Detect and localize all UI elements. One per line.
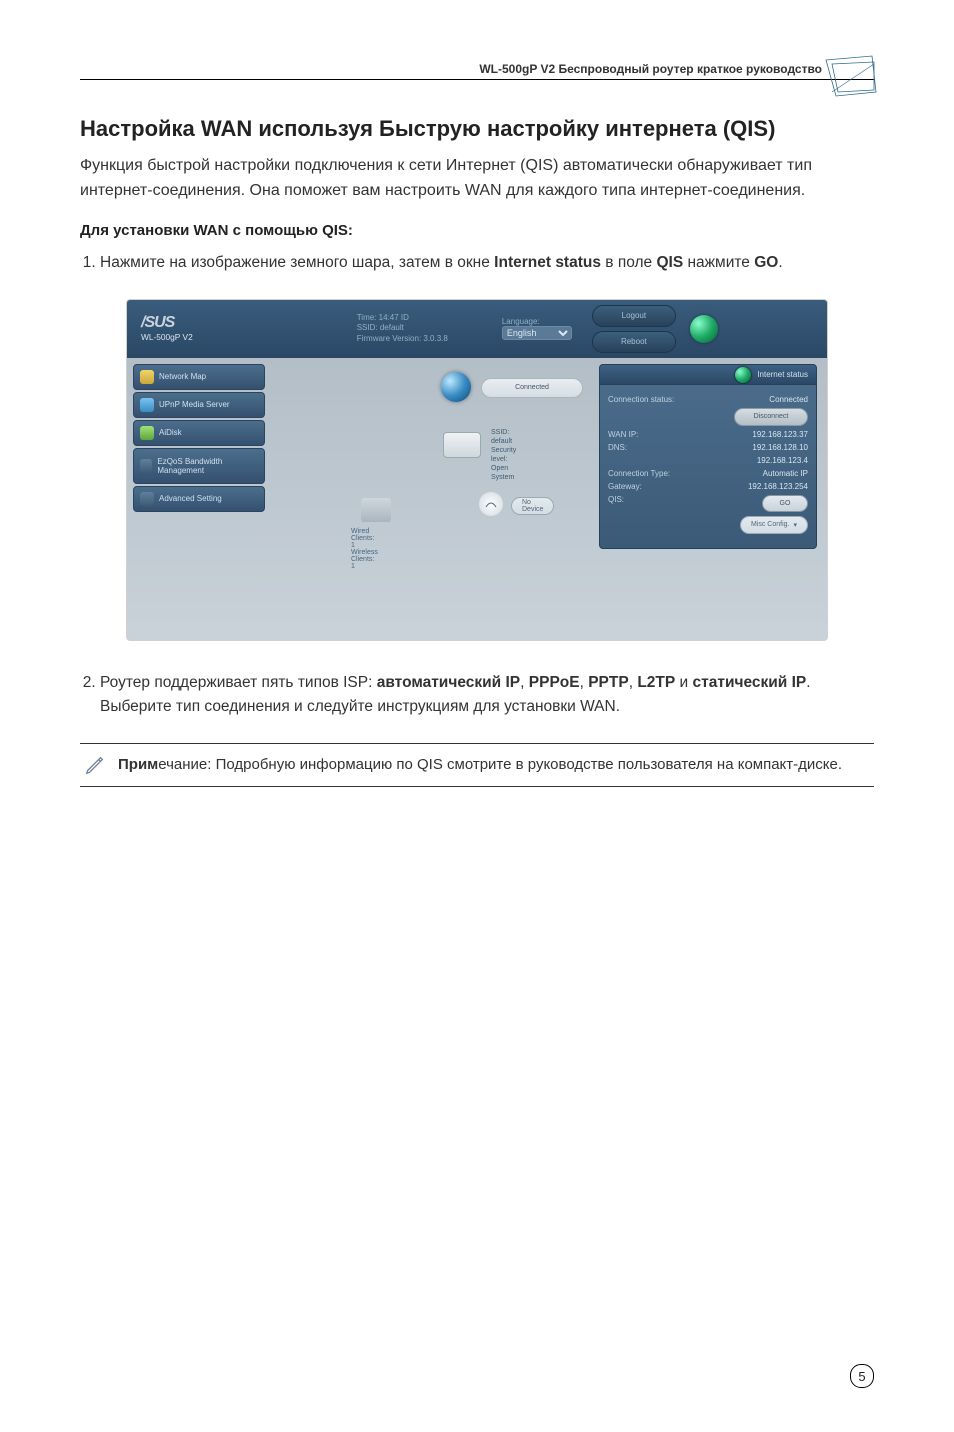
note-text: Примечание: Подробную информацию по QIS … [118, 754, 842, 777]
step-1: Нажмите на изображение земного шара, зат… [100, 251, 874, 275]
header-bar: WL-500gP V2 Беспроводный роутер краткое … [80, 60, 874, 86]
page-corner-decoration [822, 52, 880, 98]
diagram-globe-icon[interactable] [441, 372, 471, 402]
language-select[interactable]: English [502, 326, 572, 340]
internet-status-panel: Connection status:Connected Disconnect W… [599, 384, 817, 549]
page-number: 5 [850, 1364, 874, 1388]
qis-go-button[interactable]: GO [762, 495, 808, 512]
sub-heading: Для установки WAN с помощью QIS: [80, 222, 874, 239]
intro-paragraph: Функция быстрой настройки подключения к … [80, 154, 874, 204]
pencil-icon [84, 754, 106, 776]
note-block: Примечание: Подробную информацию по QIS … [80, 743, 874, 788]
globe-icon[interactable] [690, 315, 718, 343]
diagram-client-counts: Wired Clients: 1 Wireless Clients: 1 [351, 528, 378, 570]
reboot-button[interactable]: Reboot [592, 331, 676, 353]
internet-status-header: Internet status [599, 364, 817, 386]
diagram-router-info: SSID: default Security level: Open Syste… [491, 428, 516, 483]
disconnect-button[interactable]: Disconnect [734, 408, 808, 426]
header-info: Time: 14:47 ID SSID: default Firmware Ve… [357, 313, 448, 344]
router-admin-ui: /SUS WL-500gP V2 Time: 14:47 ID SSID: de… [126, 299, 828, 641]
logout-button[interactable]: Logout [592, 305, 676, 327]
sidebar-item-advanced[interactable]: Advanced Setting [133, 486, 265, 512]
sidebar-item-ezqos[interactable]: EzQoS Bandwidth Management [133, 448, 265, 484]
diagram-wifi-icon[interactable] [479, 492, 503, 516]
sidebar-item-upnp[interactable]: UPnP Media Server [133, 392, 265, 418]
section-heading: Настройка WAN используя Быструю настройк… [80, 116, 874, 142]
logo: /SUS WL-500gP V2 [141, 314, 193, 343]
status-globe-icon [735, 367, 751, 383]
language-block: Language: English [502, 317, 572, 340]
misc-config-button[interactable]: Misc Config. ▾ [740, 516, 808, 534]
sidebar-item-network-map[interactable]: Network Map [133, 364, 265, 390]
sidebar-item-aidisk[interactable]: AiDisk [133, 420, 265, 446]
diagram-laptop-icon[interactable] [361, 498, 391, 522]
diagram-no-device-pill: No Device [511, 497, 554, 515]
header-title: WL-500gP V2 Беспроводный роутер краткое … [479, 62, 822, 76]
diagram-router-icon[interactable] [443, 432, 481, 458]
sidebar: Network Map UPnP Media Server AiDisk EzQ… [127, 358, 271, 640]
step-2: Роутер поддерживает пять типов ISP: авто… [100, 671, 874, 719]
main-area: Connected SSID: default Security level: … [271, 358, 827, 640]
diagram-connected-pill: Connected [481, 378, 583, 398]
